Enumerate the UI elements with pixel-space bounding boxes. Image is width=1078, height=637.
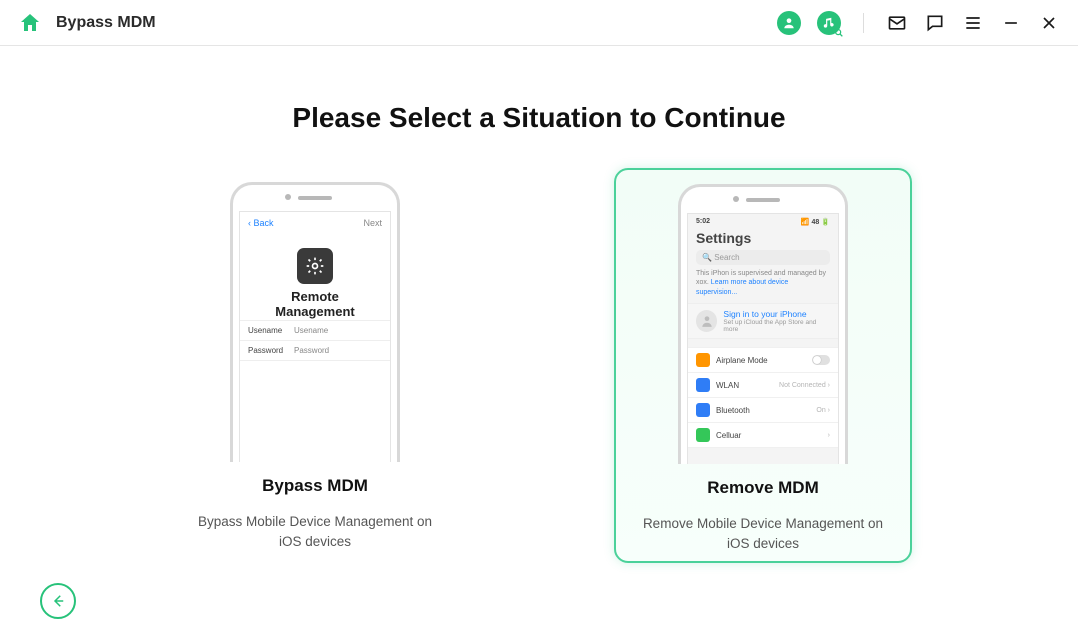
- app-title: Bypass MDM: [56, 14, 156, 32]
- account-icon[interactable]: [777, 11, 801, 35]
- phone-preview-remove: 5:02 📶 48 🔋 Settings 🔍 Search This iPhon…: [678, 184, 848, 464]
- mail-icon[interactable]: [886, 12, 908, 34]
- card-bypass-mdm[interactable]: ‹ Back Next Remote Management Usename Us…: [166, 168, 464, 563]
- card-remove-mdm[interactable]: 5:02 📶 48 🔋 Settings 🔍 Search This iPhon…: [614, 168, 912, 563]
- phone-row-airplane: Airplane Mode: [688, 347, 838, 373]
- card-desc: Remove Mobile Device Management on iOS d…: [616, 514, 910, 555]
- back-button[interactable]: [40, 583, 76, 619]
- close-button[interactable]: [1038, 12, 1060, 34]
- card-title: Bypass MDM: [262, 476, 368, 496]
- phone-password-field: Password Password: [240, 340, 390, 361]
- phone-next-label: Next: [363, 218, 382, 228]
- menu-icon[interactable]: [962, 12, 984, 34]
- phone-settings-title: Settings: [688, 228, 838, 250]
- toggle-icon: [812, 355, 830, 365]
- avatar-icon: [696, 310, 717, 332]
- phone-row-cellular: Celluar ›: [688, 423, 838, 448]
- card-desc: Bypass Mobile Device Management on iOS d…: [166, 512, 464, 553]
- card-title: Remove MDM: [707, 478, 818, 498]
- option-cards: ‹ Back Next Remote Management Usename Us…: [0, 168, 1078, 563]
- gear-icon: [297, 248, 333, 284]
- page-title: Please Select a Situation to Continue: [0, 102, 1078, 134]
- phone-row-wlan: WLAN Not Connected ›: [688, 373, 838, 398]
- feedback-icon[interactable]: [924, 12, 946, 34]
- separator: [863, 13, 864, 33]
- phone-signin-block: Sign in to your iPhone Set up iCloud the…: [688, 303, 838, 339]
- phone-preview-bypass: ‹ Back Next Remote Management Usename Us…: [230, 182, 400, 462]
- window-titlebar: Bypass MDM: [0, 0, 1078, 46]
- phone-statusbar: 5:02 📶 48 🔋: [688, 214, 838, 228]
- arrow-left-icon: [49, 592, 67, 610]
- titlebar-actions: [777, 11, 1060, 35]
- home-icon[interactable]: [18, 11, 42, 35]
- phone-back-label: ‹ Back: [248, 218, 274, 228]
- phone-row-bluetooth: Bluetooth On ›: [688, 398, 838, 423]
- phone-username-field: Usename Usename: [240, 320, 390, 340]
- phone-supervised-text: This iPhon is supervised and managed by …: [688, 269, 838, 303]
- music-transfer-icon[interactable]: [817, 11, 841, 35]
- phone-heading: Remote Management: [240, 290, 390, 320]
- phone-search: 🔍 Search: [696, 250, 830, 265]
- minimize-button[interactable]: [1000, 12, 1022, 34]
